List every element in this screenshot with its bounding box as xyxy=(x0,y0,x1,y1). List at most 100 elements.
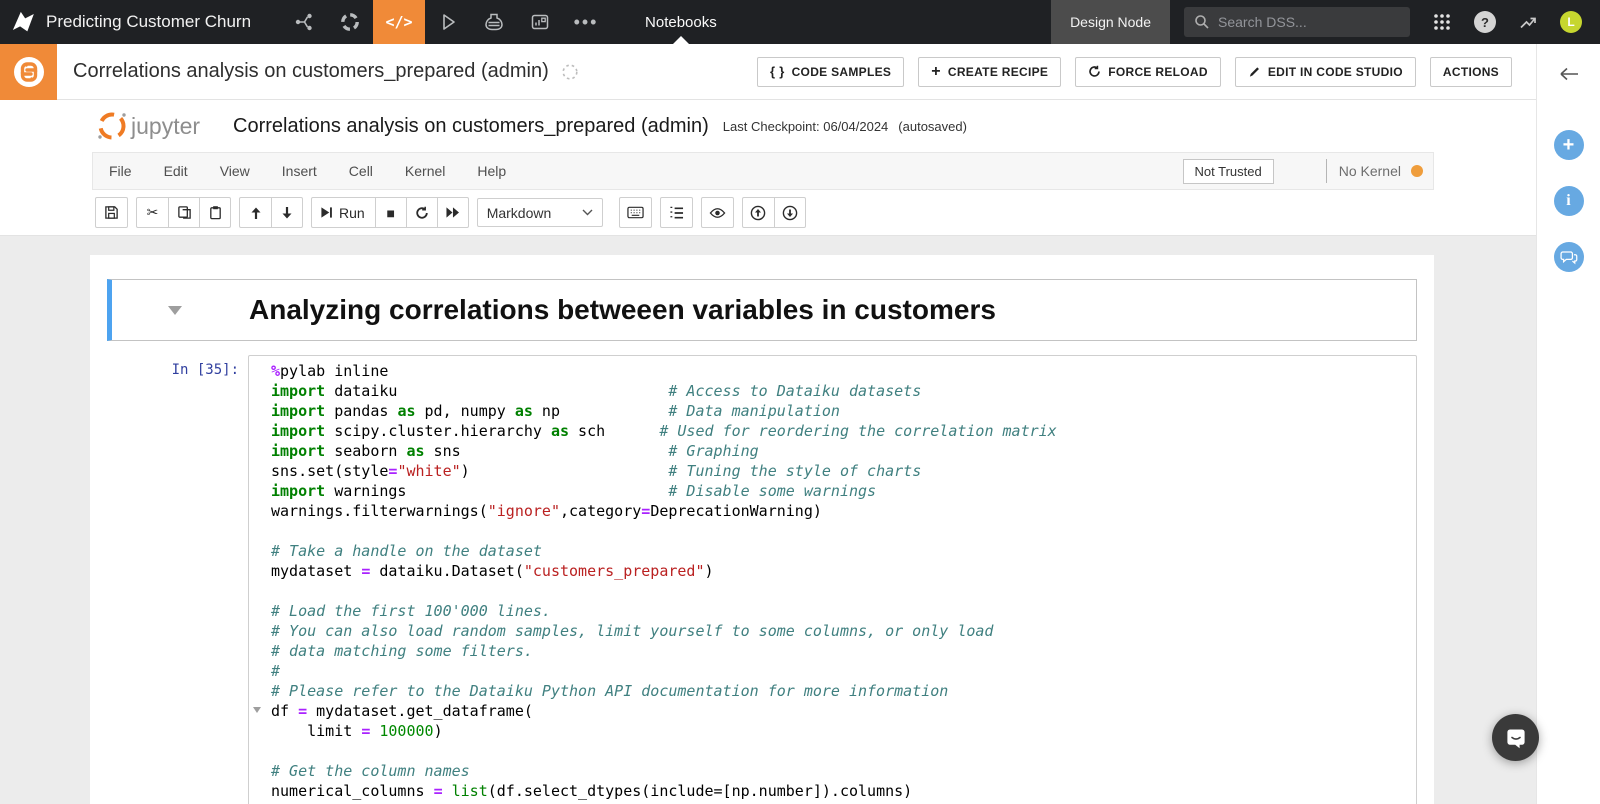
code-line: import seaborn as sns # Graphing xyxy=(271,442,759,460)
menu-help[interactable]: Help xyxy=(461,163,522,179)
cell-type-select[interactable]: Markdown xyxy=(476,198,603,227)
search-input[interactable] xyxy=(1218,14,1378,30)
collapse-heading-icon[interactable] xyxy=(168,305,182,315)
section-heading: Analyzing correlations betweeen variable… xyxy=(249,294,996,325)
project-title[interactable]: Predicting Customer Churn xyxy=(46,12,251,32)
menu-kernel[interactable]: Kernel xyxy=(389,163,461,179)
menu-insert[interactable]: Insert xyxy=(266,163,333,179)
create-recipe-button[interactable]: + CREATE RECIPE xyxy=(918,56,1062,87)
code-line: import scipy.cluster.hierarchy as sch # … xyxy=(271,422,1057,440)
code-line: import pandas as pd, numpy as np # Data … xyxy=(271,402,840,420)
jupyter-menubar: File Edit View Insert Cell Kernel Help N… xyxy=(92,152,1434,190)
code-samples-button[interactable]: { } CODE SAMPLES xyxy=(756,56,905,87)
scroll-output-down-button[interactable] xyxy=(773,198,805,227)
run-cell-button[interactable]: Run xyxy=(312,198,375,227)
code-line: # Please refer to the Dataiku Python API… xyxy=(271,682,949,700)
info-panel-button[interactable]: i xyxy=(1553,186,1584,216)
code-line: # xyxy=(271,662,281,680)
discussions-panel-button[interactable] xyxy=(1553,242,1584,272)
trend-arrow-icon[interactable] xyxy=(1518,12,1538,32)
top-navbar: Predicting Customer Churn </> ••• Notebo… xyxy=(0,0,1600,44)
toggle-output-button[interactable] xyxy=(702,198,733,227)
more-icon[interactable]: ••• xyxy=(563,0,609,44)
stop-kernel-button[interactable]: ■ xyxy=(374,198,406,227)
right-rail: + i xyxy=(1536,44,1600,804)
circle-arrow-down-icon xyxy=(782,205,797,220)
code-line: warnings.filterwarnings("ignore",categor… xyxy=(271,502,822,520)
menu-view[interactable]: View xyxy=(204,163,266,179)
braces-icon: { } xyxy=(769,64,785,79)
chat-widget-button[interactable] xyxy=(1492,714,1539,761)
code-line: # Take a handle on the dataset xyxy=(271,542,542,560)
code-notebooks-icon[interactable]: </> xyxy=(373,0,426,44)
collapse-panel-button[interactable] xyxy=(1558,62,1580,86)
code-cell[interactable]: In [35]: %pylab inline import dataiku # A… xyxy=(107,355,1417,804)
force-reload-button[interactable]: FORCE RELOAD xyxy=(1075,56,1221,87)
arrow-left-icon xyxy=(1559,67,1578,81)
code-line: sns.set(style="white") # Tuning the styl… xyxy=(271,462,922,480)
input-prompt: In [35]: xyxy=(171,362,239,378)
add-panel-button[interactable]: + xyxy=(1553,130,1584,160)
user-avatar[interactable]: L xyxy=(1560,11,1582,33)
paste-cell-button[interactable] xyxy=(199,198,230,227)
plus-icon: + xyxy=(1562,133,1575,156)
numbered-list-icon xyxy=(670,206,683,219)
lab-flask-icon[interactable] xyxy=(471,0,517,44)
bird-icon xyxy=(12,11,34,32)
menu-cell[interactable]: Cell xyxy=(333,163,389,179)
jupyter-header: jupyter Correlations analysis on custome… xyxy=(0,100,1600,236)
scroll-output-up-button[interactable] xyxy=(743,198,774,227)
notebook-action-bar: Correlations analysis on customers_prepa… xyxy=(0,43,1600,100)
menu-edit[interactable]: Edit xyxy=(148,163,204,179)
numbered-list-button[interactable] xyxy=(661,198,692,227)
lab-donut-icon[interactable] xyxy=(327,0,373,44)
jupyter-toolbar: ✂ Run ■ Markdown xyxy=(0,190,1600,236)
cut-cell-button[interactable]: ✂ xyxy=(137,198,168,227)
node-selector[interactable]: Design Node xyxy=(1051,0,1170,44)
run-jobs-icon[interactable] xyxy=(425,0,471,44)
search-icon xyxy=(1195,15,1209,29)
command-palette-button[interactable] xyxy=(620,198,651,227)
move-cell-down-button[interactable] xyxy=(271,198,302,227)
dataiku-logo-icon[interactable] xyxy=(0,0,46,44)
kernel-status: No Kernel xyxy=(1338,163,1401,179)
code-line: limit = 100000) xyxy=(271,722,443,740)
section-label: Notebooks xyxy=(645,13,717,31)
menu-file[interactable]: File xyxy=(93,163,148,179)
copy-cell-button[interactable] xyxy=(168,198,199,227)
dashboard-icon[interactable] xyxy=(517,0,563,44)
save-button[interactable] xyxy=(96,198,127,227)
active-section-tab[interactable]: Notebooks xyxy=(631,0,731,44)
markdown-cell[interactable]: Analyzing correlations betweeen variable… xyxy=(107,279,1417,341)
code-line: df = mydataset.get_dataframe( xyxy=(271,702,533,720)
chevron-down-icon xyxy=(582,209,593,216)
restart-icon xyxy=(416,206,428,219)
move-cell-up-button[interactable] xyxy=(240,198,271,227)
code-fold-marker[interactable] xyxy=(253,707,261,713)
edit-in-code-studio-button[interactable]: EDIT IN CODE STUDIO xyxy=(1234,56,1416,87)
discussions-icon xyxy=(1559,251,1577,265)
autosave-status: (autosaved) xyxy=(898,118,967,134)
actions-button[interactable]: ACTIONS xyxy=(1429,56,1512,87)
help-icon[interactable]: ? xyxy=(1474,11,1496,33)
eye-icon xyxy=(709,207,726,218)
code-line: # data matching some filters. xyxy=(271,642,533,660)
code-line: # Load the first 100'000 lines. xyxy=(271,602,551,620)
restart-kernel-button[interactable] xyxy=(405,198,437,227)
run-all-button[interactable] xyxy=(436,198,468,227)
trust-status-button[interactable]: Not Trusted xyxy=(1182,158,1274,184)
apps-grid-icon[interactable] xyxy=(1432,12,1452,32)
code-line: %pylab inline xyxy=(271,362,389,380)
save-icon xyxy=(105,206,118,219)
code-editor[interactable]: %pylab inline import dataiku # Access to … xyxy=(248,355,1417,804)
search-bar[interactable] xyxy=(1184,7,1410,37)
copy-icon xyxy=(177,206,191,219)
notebook-title[interactable]: Correlations analysis on customers_prepa… xyxy=(233,115,709,138)
stop-icon: ■ xyxy=(386,204,395,221)
sync-status-icon xyxy=(561,63,579,81)
code-line: import dataiku # Access to Dataiku datas… xyxy=(271,382,922,400)
flow-icon[interactable] xyxy=(281,0,327,44)
divider xyxy=(1325,159,1327,183)
